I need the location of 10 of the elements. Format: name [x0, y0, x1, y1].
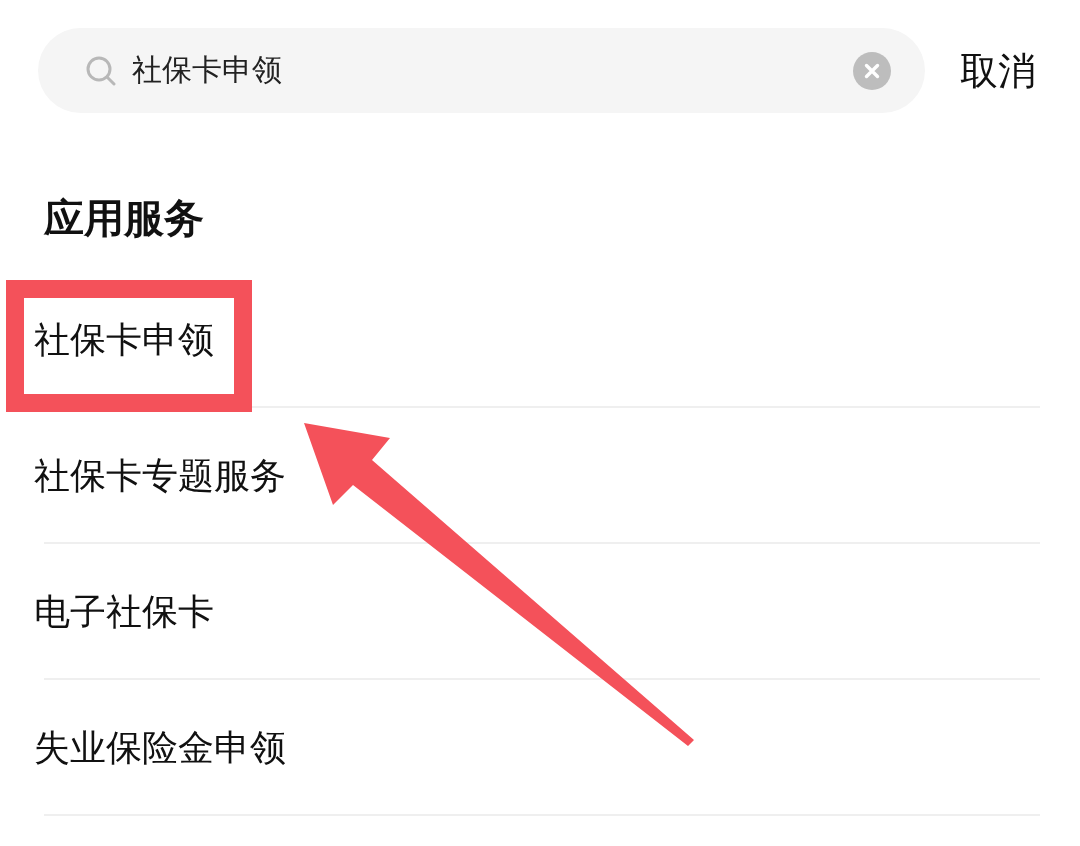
cancel-button[interactable]: 取消: [960, 46, 1036, 95]
list-item[interactable]: 失业保险金申领: [0, 680, 1080, 816]
search-field[interactable]: 社保卡申领: [38, 28, 925, 113]
list-item[interactable]: 社保卡申领: [0, 272, 1080, 408]
section-title: 应用服务: [44, 194, 204, 242]
list-item[interactable]: 社保卡专题服务: [0, 408, 1080, 544]
search-icon: [86, 55, 116, 86]
search-input[interactable]: 社保卡申领: [132, 48, 837, 93]
clear-icon[interactable]: [853, 51, 891, 90]
list-item[interactable]: 电子社保卡: [0, 544, 1080, 680]
